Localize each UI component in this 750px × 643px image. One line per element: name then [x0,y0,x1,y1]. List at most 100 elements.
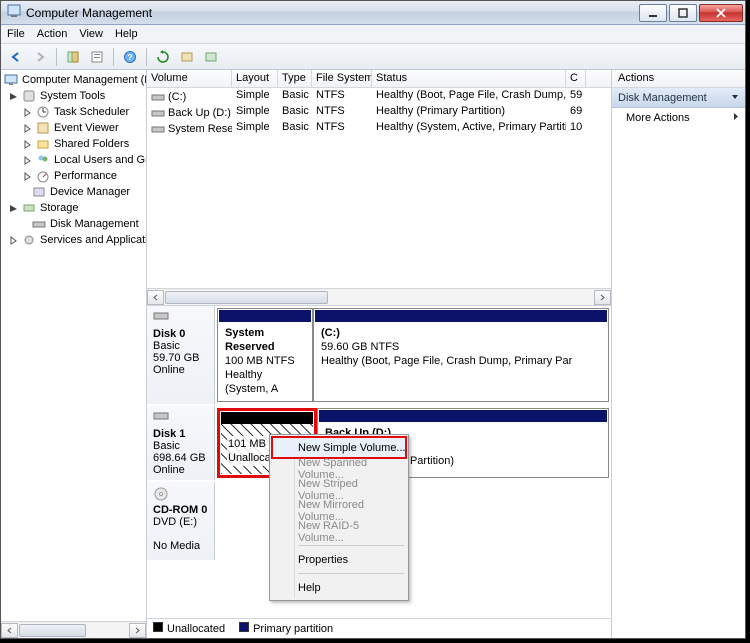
tree-local-users[interactable]: Local Users and Groups [1,152,146,168]
disk-icon [153,310,169,326]
disk-info[interactable]: CD-ROM 0 DVD (E:) No Media [147,482,215,560]
window-title: Computer Management [26,6,152,20]
ctx-separator [298,573,404,574]
forward-button[interactable] [29,46,51,68]
menu-view[interactable]: View [79,28,103,40]
maximize-button[interactable] [669,4,697,22]
context-menu: New Simple Volume... New Spanned Volume.… [269,434,409,601]
tree-task-scheduler[interactable]: Task Scheduler [1,104,146,120]
app-icon [7,4,21,21]
drive-icon [151,122,165,136]
ctx-help[interactable]: Help [272,577,406,598]
col-layout[interactable]: Layout [232,70,278,87]
book-icon [35,120,51,136]
collapse-icon[interactable] [9,92,18,101]
tree-event-viewer[interactable]: Event Viewer [1,120,146,136]
tree-storage[interactable]: Storage [1,200,146,216]
partition-system-reserved[interactable]: System Reserved 100 MB NTFS Healthy (Sys… [217,308,313,402]
properties-button[interactable] [86,46,108,68]
actions-header: Actions [612,70,745,88]
back-button[interactable] [5,46,27,68]
expand-icon[interactable] [23,140,32,149]
clock-icon [35,104,51,120]
tree-hscrollbar[interactable] [1,621,146,638]
minimize-button[interactable] [639,4,667,22]
tree-systools-label: System Tools [40,90,105,102]
misc-button-2[interactable] [200,46,222,68]
legend: Unallocated Primary partition [147,618,611,638]
tree-pane: Computer Management (Local) System Tools… [1,70,147,638]
tree-services[interactable]: Services and Applications [1,232,146,248]
gauge-icon [35,168,51,184]
actions-more[interactable]: More Actions [612,108,745,128]
collapse-icon [731,92,739,104]
tree-system-tools[interactable]: System Tools [1,88,146,104]
legend-swatch-unallocated [153,622,163,632]
ctx-new-simple-volume[interactable]: New Simple Volume... [272,437,406,458]
volume-hscrollbar[interactable] [147,288,611,305]
expand-icon[interactable] [23,172,32,181]
expand-icon[interactable] [23,156,32,165]
tree-shared-folders[interactable]: Shared Folders [1,136,146,152]
ctx-new-striped-volume: New Striped Volume... [272,479,406,500]
disk-info[interactable]: Disk 1 Basic 698.64 GB Online [147,406,215,480]
partition-stripe [315,310,607,322]
col-volume[interactable]: Volume [147,70,232,87]
toolbar: ? [1,44,745,70]
scroll-right-icon[interactable] [594,290,611,305]
titlebar: Computer Management [1,1,745,25]
ctx-new-mirrored-volume: New Mirrored Volume... [272,500,406,521]
col-type[interactable]: Type [278,70,312,87]
refresh-button[interactable] [152,46,174,68]
col-capacity[interactable]: C [566,70,586,87]
volume-row[interactable]: System Reserved Simple Basic NTFS Health… [147,120,611,136]
scroll-left-icon[interactable] [1,623,18,638]
svg-text:?: ? [128,53,133,62]
ctx-separator [298,545,404,546]
disk-icon [31,216,47,232]
cdrom-icon [153,486,169,502]
expand-icon[interactable] [23,108,32,117]
col-status[interactable]: Status [372,70,566,87]
drive-icon [151,106,165,120]
computer-icon [3,72,19,88]
disk-info[interactable]: Disk 0 Basic 59.70 GB Online [147,306,215,404]
volume-row[interactable]: Back Up (D:) Simple Basic NTFS Healthy (… [147,104,611,120]
volume-row[interactable]: (C:) Simple Basic NTFS Healthy (Boot, Pa… [147,88,611,104]
partition-stripe [221,412,313,424]
legend-swatch-primary [239,622,249,632]
help-button[interactable]: ? [119,46,141,68]
show-hide-console-tree-button[interactable] [62,46,84,68]
tree-root[interactable]: Computer Management (Local) [1,72,146,88]
close-button[interactable] [699,4,743,22]
expand-icon[interactable] [23,124,32,133]
expand-icon[interactable] [9,236,18,245]
storage-icon [21,200,37,216]
tree-device-manager[interactable]: Device Manager [1,184,146,200]
ctx-properties[interactable]: Properties [272,549,406,570]
menu-help[interactable]: Help [115,28,138,40]
col-filesystem[interactable]: File System [312,70,372,87]
tree-performance[interactable]: Performance [1,168,146,184]
partition-c[interactable]: (C:) 59.60 GB NTFS Healthy (Boot, Page F… [313,308,609,402]
gear-icon [21,232,37,248]
scroll-right-icon[interactable] [129,623,146,638]
disk-icon [153,410,169,426]
users-icon [35,152,51,168]
drive-icon [151,90,165,104]
menu-action[interactable]: Action [37,28,68,40]
disk-row: Disk 0 Basic 59.70 GB Online System Rese… [147,306,611,406]
actions-pane: Actions Disk Management More Actions [611,70,745,638]
actions-disk-management[interactable]: Disk Management [612,88,745,108]
partition-stripe [219,310,311,322]
chevron-right-icon [733,112,739,124]
tree-root-label: Computer Management (Local) [22,74,147,86]
collapse-icon[interactable] [9,204,18,213]
misc-button-1[interactable] [176,46,198,68]
partition-stripe [319,410,607,422]
menu-file[interactable]: File [7,28,25,40]
scroll-left-icon[interactable] [147,290,164,305]
folder-shared-icon [35,136,51,152]
menubar: File Action View Help [1,25,745,44]
tree-disk-management[interactable]: Disk Management [1,216,146,232]
